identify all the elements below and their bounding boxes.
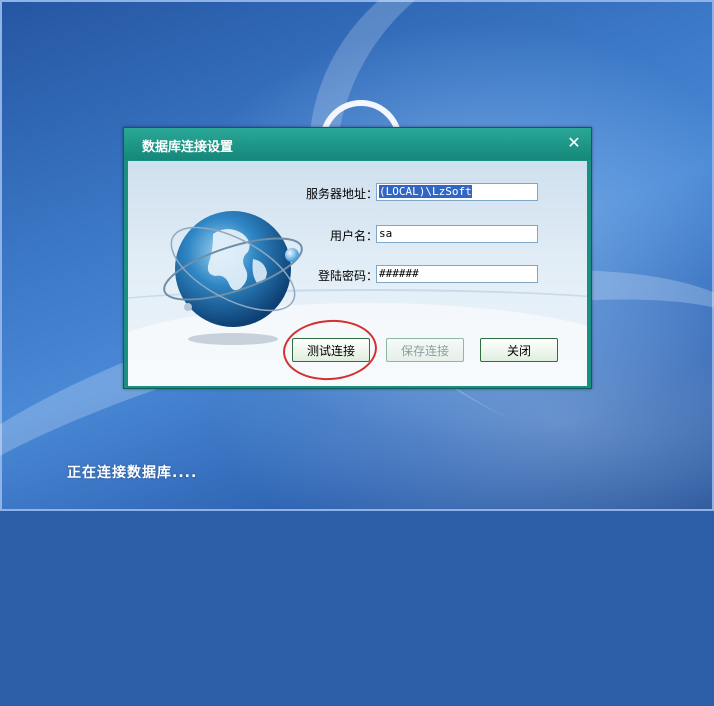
close-button[interactable]: 关闭 (480, 338, 558, 362)
password-label: 登陆密码： (317, 269, 378, 283)
dialog-titlebar[interactable]: 数据库连接设置 ✕ (124, 128, 591, 160)
close-icon[interactable]: ✕ (565, 134, 583, 152)
server-address-value: (LOCAL)\LzSoft (379, 185, 472, 198)
globe-icon (163, 211, 303, 345)
save-connection-button[interactable]: 保存连接 (386, 338, 464, 362)
username-value: sa (379, 227, 393, 240)
connection-status-text: 正在连接数据库.... (67, 465, 198, 481)
password-input[interactable]: ###### (376, 265, 538, 283)
username-input[interactable]: sa (376, 225, 538, 243)
dialog-title: 数据库连接设置 (142, 140, 234, 155)
password-value: ###### (379, 267, 419, 280)
server-address-input[interactable]: (LOCAL)\LzSoft (376, 183, 538, 201)
username-label: 用户名： (329, 229, 378, 243)
server-address-label: 服务器地址： (305, 187, 378, 201)
